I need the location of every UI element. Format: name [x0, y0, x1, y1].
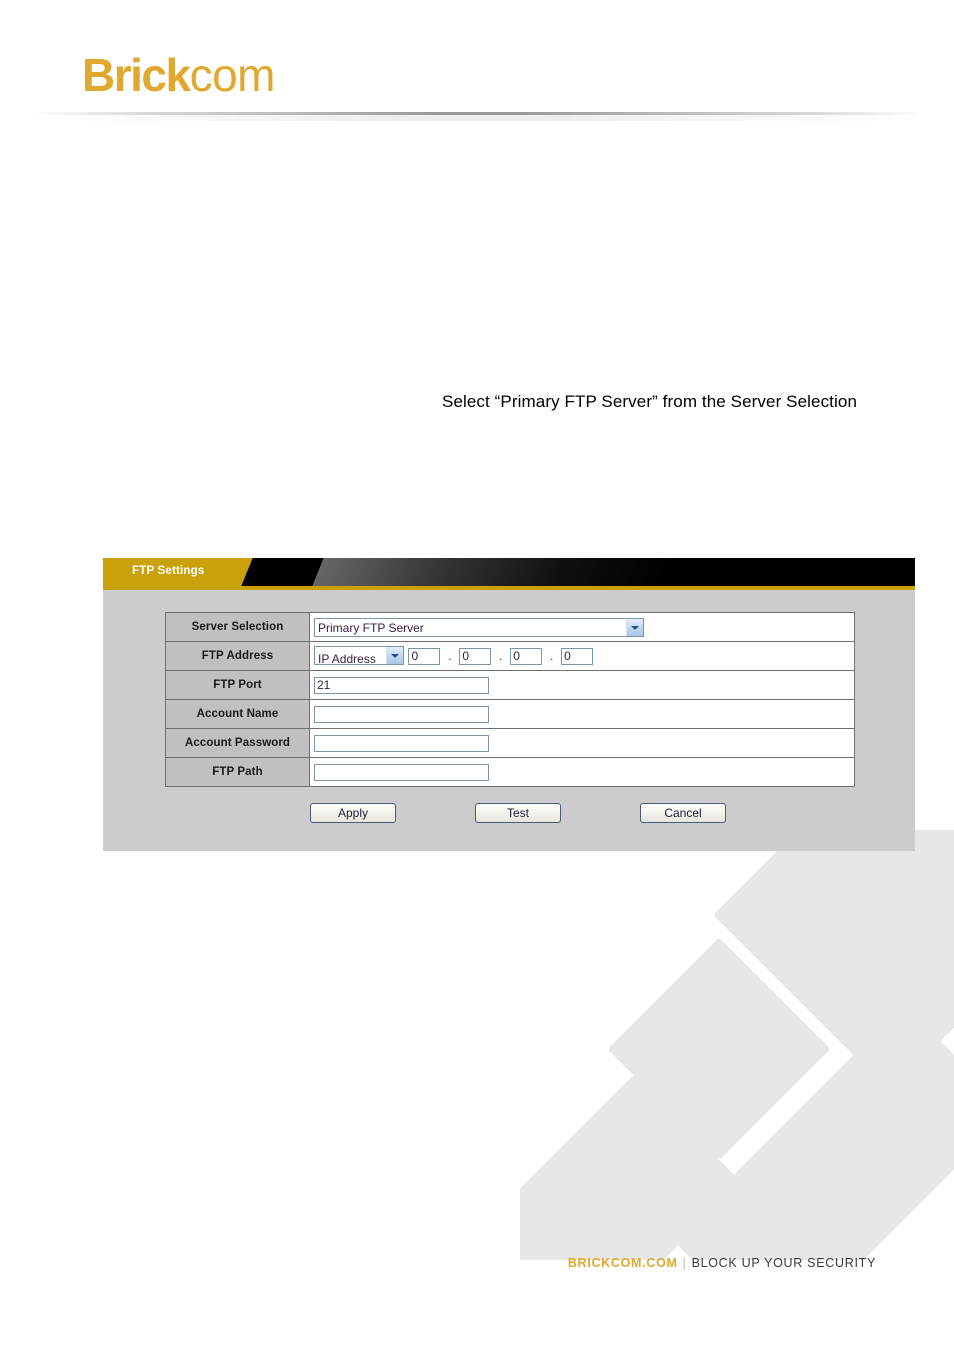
watermark-brick [607, 937, 831, 1161]
footer-brandline: BRICKCOM.COM | BLOCK UP YOUR SECURITY [568, 1256, 876, 1270]
logo-text-com: com [189, 49, 276, 101]
cancel-button[interactable]: Cancel [640, 803, 726, 823]
panel-banner: FTP Settings [103, 558, 915, 586]
ip-octet-3[interactable] [510, 648, 543, 665]
label-ftp-port: FTP Port [165, 670, 310, 700]
page-header: Brickcom [0, 0, 954, 121]
field-account-password [309, 728, 855, 758]
label-server-selection: Server Selection [165, 612, 310, 642]
watermark-brick [670, 1004, 954, 1260]
apply-button[interactable]: Apply [310, 803, 396, 823]
label-ftp-path: FTP Path [165, 757, 310, 787]
watermark-brick [713, 830, 954, 1092]
logo-text-brick: Brick [82, 49, 191, 101]
label-ftp-address: FTP Address [165, 641, 310, 671]
ftp-address-mode-dropdown[interactable]: IP Address [314, 646, 404, 666]
account-name-input[interactable] [314, 706, 489, 723]
ftp-address-mode-value: IP Address [318, 652, 376, 667]
test-button[interactable]: Test [475, 803, 561, 823]
ip-address-group: IP Address . . . [314, 646, 594, 666]
brick-pattern-watermark [520, 830, 954, 1260]
banner-sheen [312, 558, 674, 586]
footer-separator: | [682, 1256, 687, 1270]
label-account-password: Account Password [165, 728, 310, 758]
panel-body: Server Selection Primary FTP Server FTP … [103, 590, 915, 851]
form-row-account-name: Account Name [165, 699, 855, 729]
field-account-name [309, 699, 855, 729]
ip-separator: . [499, 649, 503, 663]
ip-separator: . [550, 649, 554, 663]
ip-separator: . [448, 649, 452, 663]
field-server-selection: Primary FTP Server [309, 612, 855, 642]
form-row-ftp-port: FTP Port [165, 670, 855, 700]
panel-tab-label: FTP Settings [132, 565, 205, 577]
form-row-server-selection: Server Selection Primary FTP Server [165, 612, 855, 642]
ip-octet-4[interactable] [561, 648, 594, 665]
footer-tagline: BLOCK UP YOUR SECURITY [691, 1256, 876, 1270]
instruction-caption: Select “Primary FTP Server” from the Ser… [442, 392, 857, 411]
server-selection-dropdown[interactable]: Primary FTP Server [314, 617, 644, 637]
ftp-port-input[interactable] [314, 677, 489, 694]
server-selection-value: Primary FTP Server [318, 620, 424, 635]
ftp-path-input[interactable] [314, 764, 489, 781]
field-ftp-path [309, 757, 855, 787]
ftp-settings-panel: FTP Settings Server Selection Primary FT… [103, 558, 915, 851]
form-row-ftp-path: FTP Path [165, 757, 855, 787]
page-footer: BRICKCOM.COM | BLOCK UP YOUR SECURITY [0, 1256, 954, 1280]
field-ftp-port [309, 670, 855, 700]
chevron-down-icon[interactable] [626, 618, 643, 636]
form-button-row: Apply Test Cancel [165, 803, 855, 825]
form-row-account-password: Account Password [165, 728, 855, 758]
field-ftp-address: IP Address . . . [309, 641, 855, 671]
form-row-ftp-address: FTP Address IP Address . . [165, 641, 855, 671]
header-divider-shadow [30, 115, 926, 121]
footer-brand-text: BRICKCOM.COM [567, 1256, 678, 1270]
chevron-down-icon[interactable] [386, 647, 403, 665]
label-account-name: Account Name [165, 699, 310, 729]
ip-octet-1[interactable] [408, 648, 441, 665]
ip-octet-2[interactable] [459, 648, 492, 665]
ftp-settings-form: Server Selection Primary FTP Server FTP … [165, 612, 855, 787]
brickcom-logo: Brickcom [82, 52, 275, 98]
watermark-brick [520, 1074, 742, 1260]
account-password-input[interactable] [314, 735, 489, 752]
